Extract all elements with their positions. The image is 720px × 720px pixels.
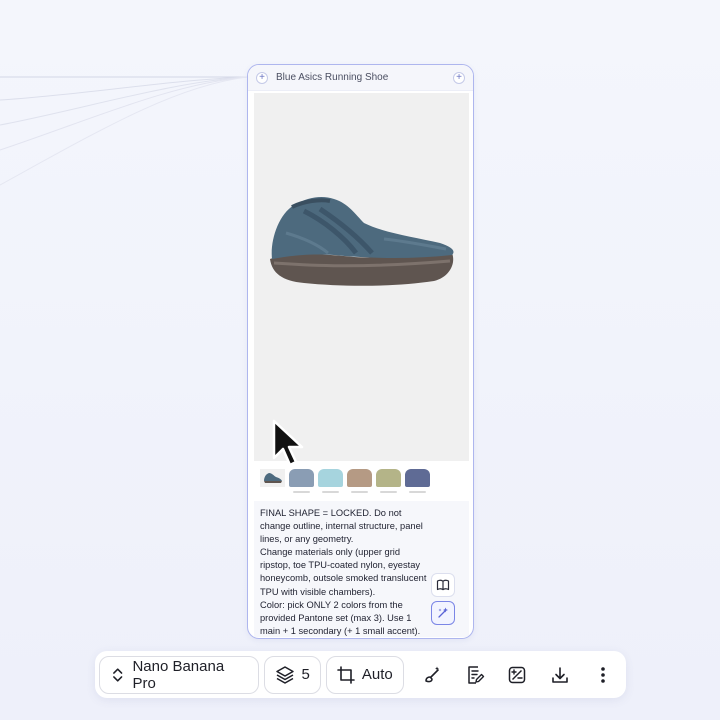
adjust-square-icon [509, 666, 526, 683]
library-button[interactable] [431, 573, 455, 597]
add-output-icon[interactable]: + [453, 71, 465, 84]
color-swatch[interactable] [289, 469, 314, 493]
chevron-up-down-icon [113, 667, 123, 682]
aspect-ratio-button[interactable]: Auto [325, 655, 404, 694]
more-vertical-icon [600, 666, 605, 683]
shoe-thumbnail[interactable] [260, 469, 285, 487]
model-selector-button[interactable]: Nano Banana Pro [99, 655, 259, 694]
mouse-cursor-icon [272, 419, 304, 467]
enhance-prompt-button[interactable] [431, 601, 455, 625]
bottom-toolbar: Nano Banana Pro 5 Auto [95, 651, 626, 698]
crop-icon [337, 665, 355, 684]
add-input-icon[interactable]: + [256, 71, 268, 84]
color-swatch[interactable] [318, 469, 343, 493]
adjust-button[interactable] [498, 656, 537, 694]
color-swatch[interactable] [405, 469, 430, 493]
color-swatch[interactable] [376, 469, 401, 493]
connection-lines [0, 76, 248, 186]
download-icon [552, 666, 568, 683]
aspect-label: Auto [361, 666, 393, 683]
download-button[interactable] [541, 656, 580, 694]
model-label: Nano Banana Pro [132, 657, 225, 692]
document-edit-icon [467, 665, 484, 684]
card-header: + Blue Asics Running Shoe + [248, 65, 473, 91]
edit-document-button[interactable] [455, 656, 494, 694]
layers-icon [275, 665, 294, 684]
sneaker-thumb-icon [264, 473, 282, 483]
prompt-text[interactable]: FINAL SHAPE = LOCKED. Do not change outl… [260, 507, 429, 638]
edit-brush-button[interactable] [413, 656, 452, 694]
layers-count: 5 [301, 666, 310, 683]
more-options-button[interactable] [583, 656, 622, 694]
product-image [254, 93, 469, 461]
book-icon [436, 579, 450, 591]
layers-count-button[interactable]: 5 [263, 655, 321, 694]
sparkle-wand-icon [438, 607, 448, 618]
image-card[interactable]: + Blue Asics Running Shoe + FINAL SHAPE … [247, 64, 474, 639]
card-title: Blue Asics Running Shoe [276, 72, 389, 83]
color-swatch[interactable] [347, 469, 372, 493]
brush-sparkle-icon [425, 666, 440, 682]
sneaker-icon [270, 197, 454, 286]
